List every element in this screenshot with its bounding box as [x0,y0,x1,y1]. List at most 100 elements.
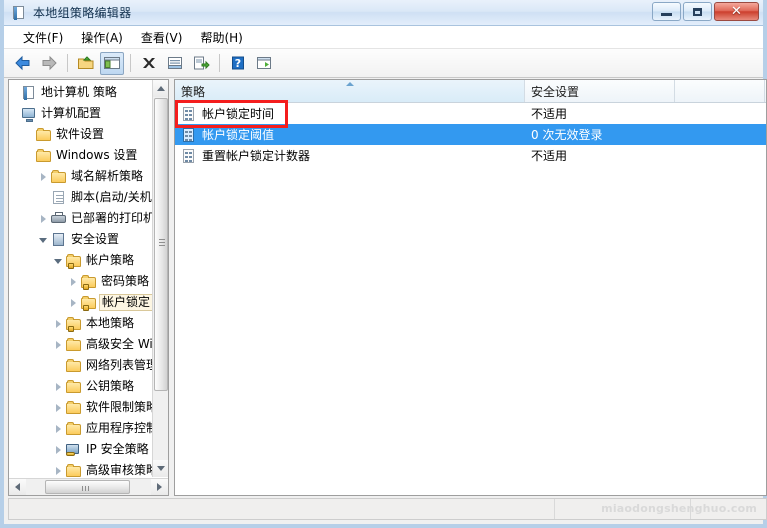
tree-item-label: 网络列表管理 [86,358,154,372]
table-row[interactable]: 重置帐户锁定计数器 不适用 [175,145,766,166]
tree-expand-toggle-closed[interactable] [52,443,66,457]
table-row[interactable]: 帐户锁定时间 不适用 [175,103,766,124]
policy-icon [181,106,197,122]
tree-item-label: 高级安全 Wi [86,337,153,351]
title-bar: 本地组策略编辑器 ✕ [4,0,763,26]
tree-expand-toggle-closed[interactable] [52,317,66,331]
tree-item[interactable]: 高级安全 Wi [9,334,154,355]
tree-expand-toggle-closed[interactable] [52,338,66,352]
tree-horizontal-scrollbar[interactable] [9,478,168,495]
menu-file[interactable]: 文件(F) [14,27,72,48]
policy-name-cell: 帐户锁定阈值 [175,126,525,143]
tree-expand-toggle-closed[interactable] [37,212,51,226]
chevron-left-icon [15,483,20,491]
folder-lock-icon [66,253,82,269]
tree-item[interactable]: 软件限制策略 [9,397,154,418]
tree-item[interactable]: 脚本(启动/关机) [9,187,154,208]
computer-icon [21,106,37,122]
forward-icon [42,55,57,71]
folder-icon [66,358,82,374]
policy-name-label: 帐户锁定阈值 [202,128,275,142]
tree-expand-toggle-closed[interactable] [67,296,81,310]
tree-item-label: 软件设置 [56,127,105,141]
watermark: miaodongshenghuo.com [601,502,757,515]
tree-item[interactable]: 网络列表管理 [9,355,154,376]
folder-icon [36,148,52,164]
list-column-header[interactable]: 安全设置 [525,80,675,102]
tree-item[interactable]: 高级审核策略 [9,460,154,477]
tree-item-label: 高级审核策略 [86,463,154,477]
folder-icon [66,421,82,437]
scroll-thumb-horizontal[interactable] [45,480,130,494]
tree-pane: 地计算机 策略 计算机配置软件设置 Windows 设置域名解析策略 脚本(启动/关机… [8,79,169,496]
up-folder-button[interactable] [74,52,98,75]
tree-twisty-empty [22,128,36,142]
tree-item-label: Windows 设置 [56,148,138,162]
tree-item[interactable]: IP 安全策略 [9,439,154,460]
close-icon: ✕ [731,4,742,19]
tree-expand-toggle-closed[interactable] [52,464,66,478]
tree-item-label: 本地策略 [86,316,135,330]
window-controls: ✕ [652,2,759,21]
sort-ascending-icon [345,82,354,86]
show-tree-button[interactable] [100,51,124,75]
tree-scroll-area: 地计算机 策略 计算机配置软件设置 Windows 设置域名解析策略 脚本(启动/关机… [9,80,154,477]
list-header: 策略 安全设置 [175,80,766,103]
tree-item[interactable]: 地计算机 策略 [9,82,154,103]
table-row[interactable]: 帐户锁定阈值 0 次无效登录 [175,124,766,145]
tree-expand-toggle-open[interactable] [37,233,51,247]
list-column-header[interactable] [675,80,765,102]
tree-expand-toggle-closed[interactable] [67,275,81,289]
tree-expand-toggle-closed[interactable] [52,401,66,415]
tree-item[interactable]: 应用程序控制 [9,418,154,439]
scroll-up-button[interactable] [153,80,168,97]
tree-vertical-scrollbar[interactable] [152,80,168,477]
security-setting-cell: 不适用 [531,149,568,163]
minimize-button[interactable] [652,2,681,21]
tree-expand-toggle-closed[interactable] [52,422,66,436]
forward-button[interactable] [37,52,61,75]
tree-item[interactable]: 本地策略 [9,313,154,334]
tree-item[interactable]: 域名解析策略 [9,166,154,187]
tree-item[interactable]: 已部署的打印机 [9,208,154,229]
menu-help[interactable]: 帮助(H) [191,27,251,48]
tree-expand-toggle-closed[interactable] [52,380,66,394]
export-list-button[interactable] [189,52,213,75]
scroll-left-button[interactable] [9,479,26,495]
folder-icon [66,400,82,416]
tree-item[interactable]: 软件设置 [9,124,154,145]
scroll-thumb-vertical[interactable] [154,98,168,391]
tree-expand-toggle-open[interactable] [52,254,66,268]
properties-button[interactable] [163,52,187,75]
security-setting-cell: 不适用 [531,107,568,121]
folder-icon [36,127,52,143]
delete-button[interactable] [137,52,161,75]
tree-twisty-empty [22,149,36,163]
policy-icon [181,148,197,164]
tree-item[interactable]: 帐户策略 [9,250,154,271]
menu-view[interactable]: 查看(V) [132,27,192,48]
tree-item[interactable]: 密码策略 [9,271,154,292]
menu-action[interactable]: 操作(A) [72,27,132,48]
maximize-button[interactable] [683,2,712,21]
tree-item[interactable]: 安全设置 [9,229,154,250]
tree-item[interactable]: Windows 设置 [9,145,154,166]
list-column-label: 安全设置 [531,84,580,99]
minimize-icon [661,13,672,16]
scroll-down-button[interactable] [153,460,168,477]
tree-expand-toggle-closed[interactable] [37,170,51,184]
tree-item[interactable]: 公钥策略 [9,376,154,397]
close-button[interactable]: ✕ [714,2,759,21]
tree-list: 地计算机 策略 计算机配置软件设置 Windows 设置域名解析策略 脚本(启动/关机… [9,82,154,477]
scroll-right-button[interactable] [151,479,168,495]
list-column-header[interactable]: 策略 [175,80,525,102]
folder-lock-icon [81,295,97,311]
back-button[interactable] [11,52,35,75]
tree-item[interactable]: 计算机配置 [9,103,154,124]
new-window-button[interactable] [252,52,276,75]
tree-item[interactable]: 帐户锁定 [9,292,154,313]
tree-item-label: 已部署的打印机 [71,211,154,225]
tree-item-label: 帐户锁定 [99,294,154,311]
help-button[interactable]: ? [226,52,250,75]
toolbar-separator [67,54,68,72]
